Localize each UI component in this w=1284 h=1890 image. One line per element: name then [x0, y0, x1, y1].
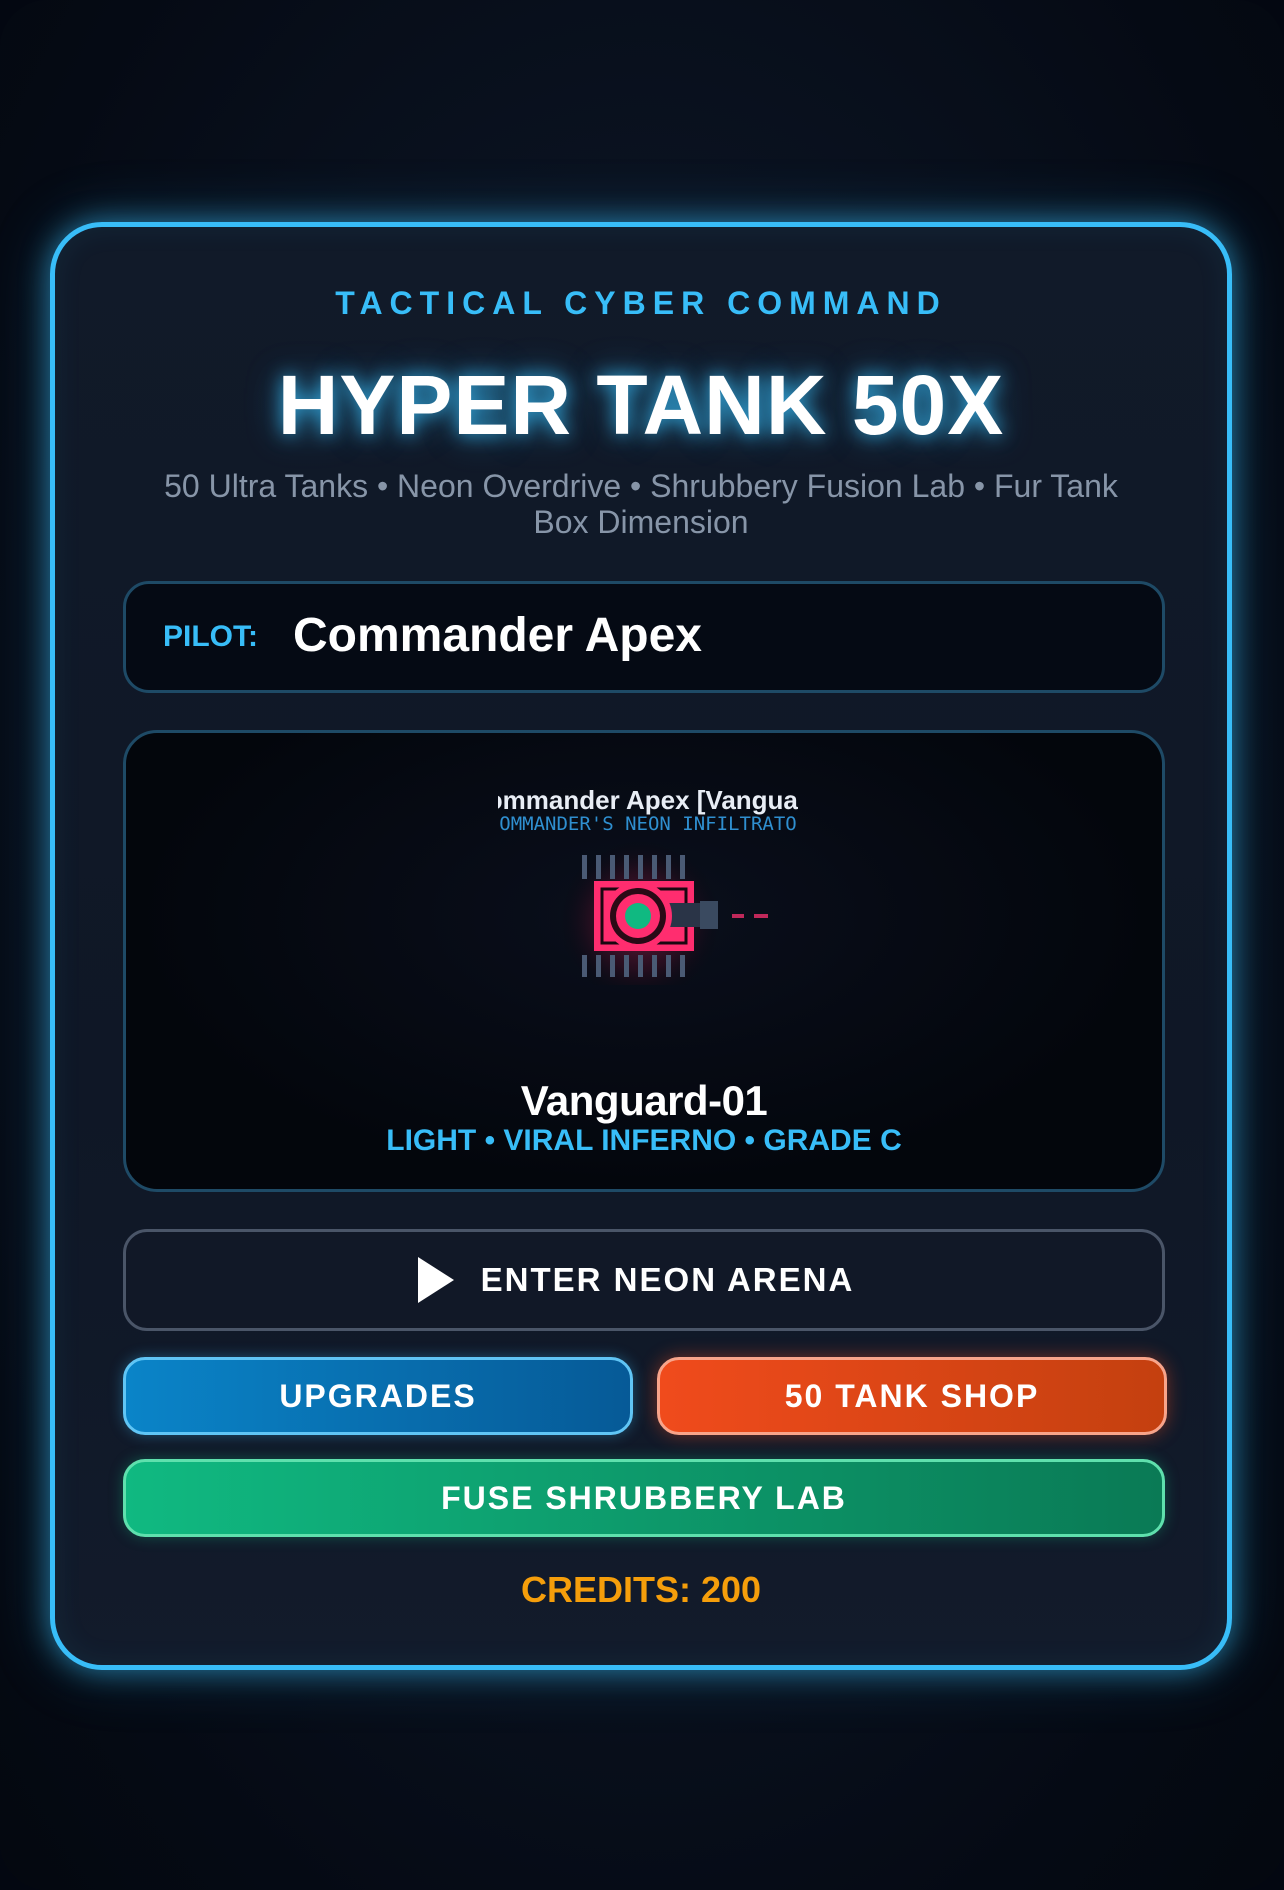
enter-arena-label: ENTER NEON ARENA	[480, 1261, 855, 1298]
enter-arena-button[interactable]: ENTER NEON ARENA	[123, 1229, 1165, 1331]
game-screen: TACTICAL CYBER COMMAND HYPER TANK 50X 50…	[0, 0, 1284, 1890]
fuse-lab-label: FUSE SHRUBBERY LAB	[441, 1479, 847, 1516]
tank-meta: LIGHT • VIRAL INFERNO • GRADE C	[386, 1124, 902, 1157]
tank-preview: Commander Apex [Vanguard-01] COMMANDER'S…	[123, 730, 1165, 1192]
pilot-name-value[interactable]: Commander Apex	[293, 608, 702, 663]
tank-subplate: COMMANDER'S NEON INFILTRATOR	[498, 813, 798, 835]
tank-nameplate: Commander Apex [Vanguard-01]	[498, 785, 798, 815]
fuse-lab-button[interactable]: FUSE SHRUBBERY LAB	[123, 1459, 1165, 1537]
tank-sprite-canvas: Commander Apex [Vanguard-01] COMMANDER'S…	[498, 785, 798, 985]
game-title: HYPER TANK 50X	[277, 358, 1005, 452]
tank-sprite-icon	[558, 839, 768, 985]
tank-shop-label: 50 TANK SHOP	[784, 1377, 1040, 1414]
tank-shop-button[interactable]: 50 TANK SHOP	[657, 1357, 1167, 1435]
upgrades-label: UPGRADES	[279, 1377, 477, 1414]
pilot-field[interactable]: PILOT: Commander Apex	[123, 581, 1165, 693]
game-subtitle: 50 Ultra Tanks • Neon Overdrive • Shrubb…	[164, 468, 1118, 540]
main-menu-panel: TACTICAL CYBER COMMAND HYPER TANK 50X 50…	[50, 222, 1232, 1670]
pilot-label: PILOT:	[163, 620, 258, 653]
tank-name: Vanguard-01	[520, 1077, 768, 1124]
eyebrow-text: TACTICAL CYBER COMMAND	[335, 285, 947, 321]
play-icon	[417, 1257, 454, 1303]
upgrades-button[interactable]: UPGRADES	[123, 1357, 633, 1435]
credits-counter: CREDITS: 200	[520, 1569, 762, 1610]
